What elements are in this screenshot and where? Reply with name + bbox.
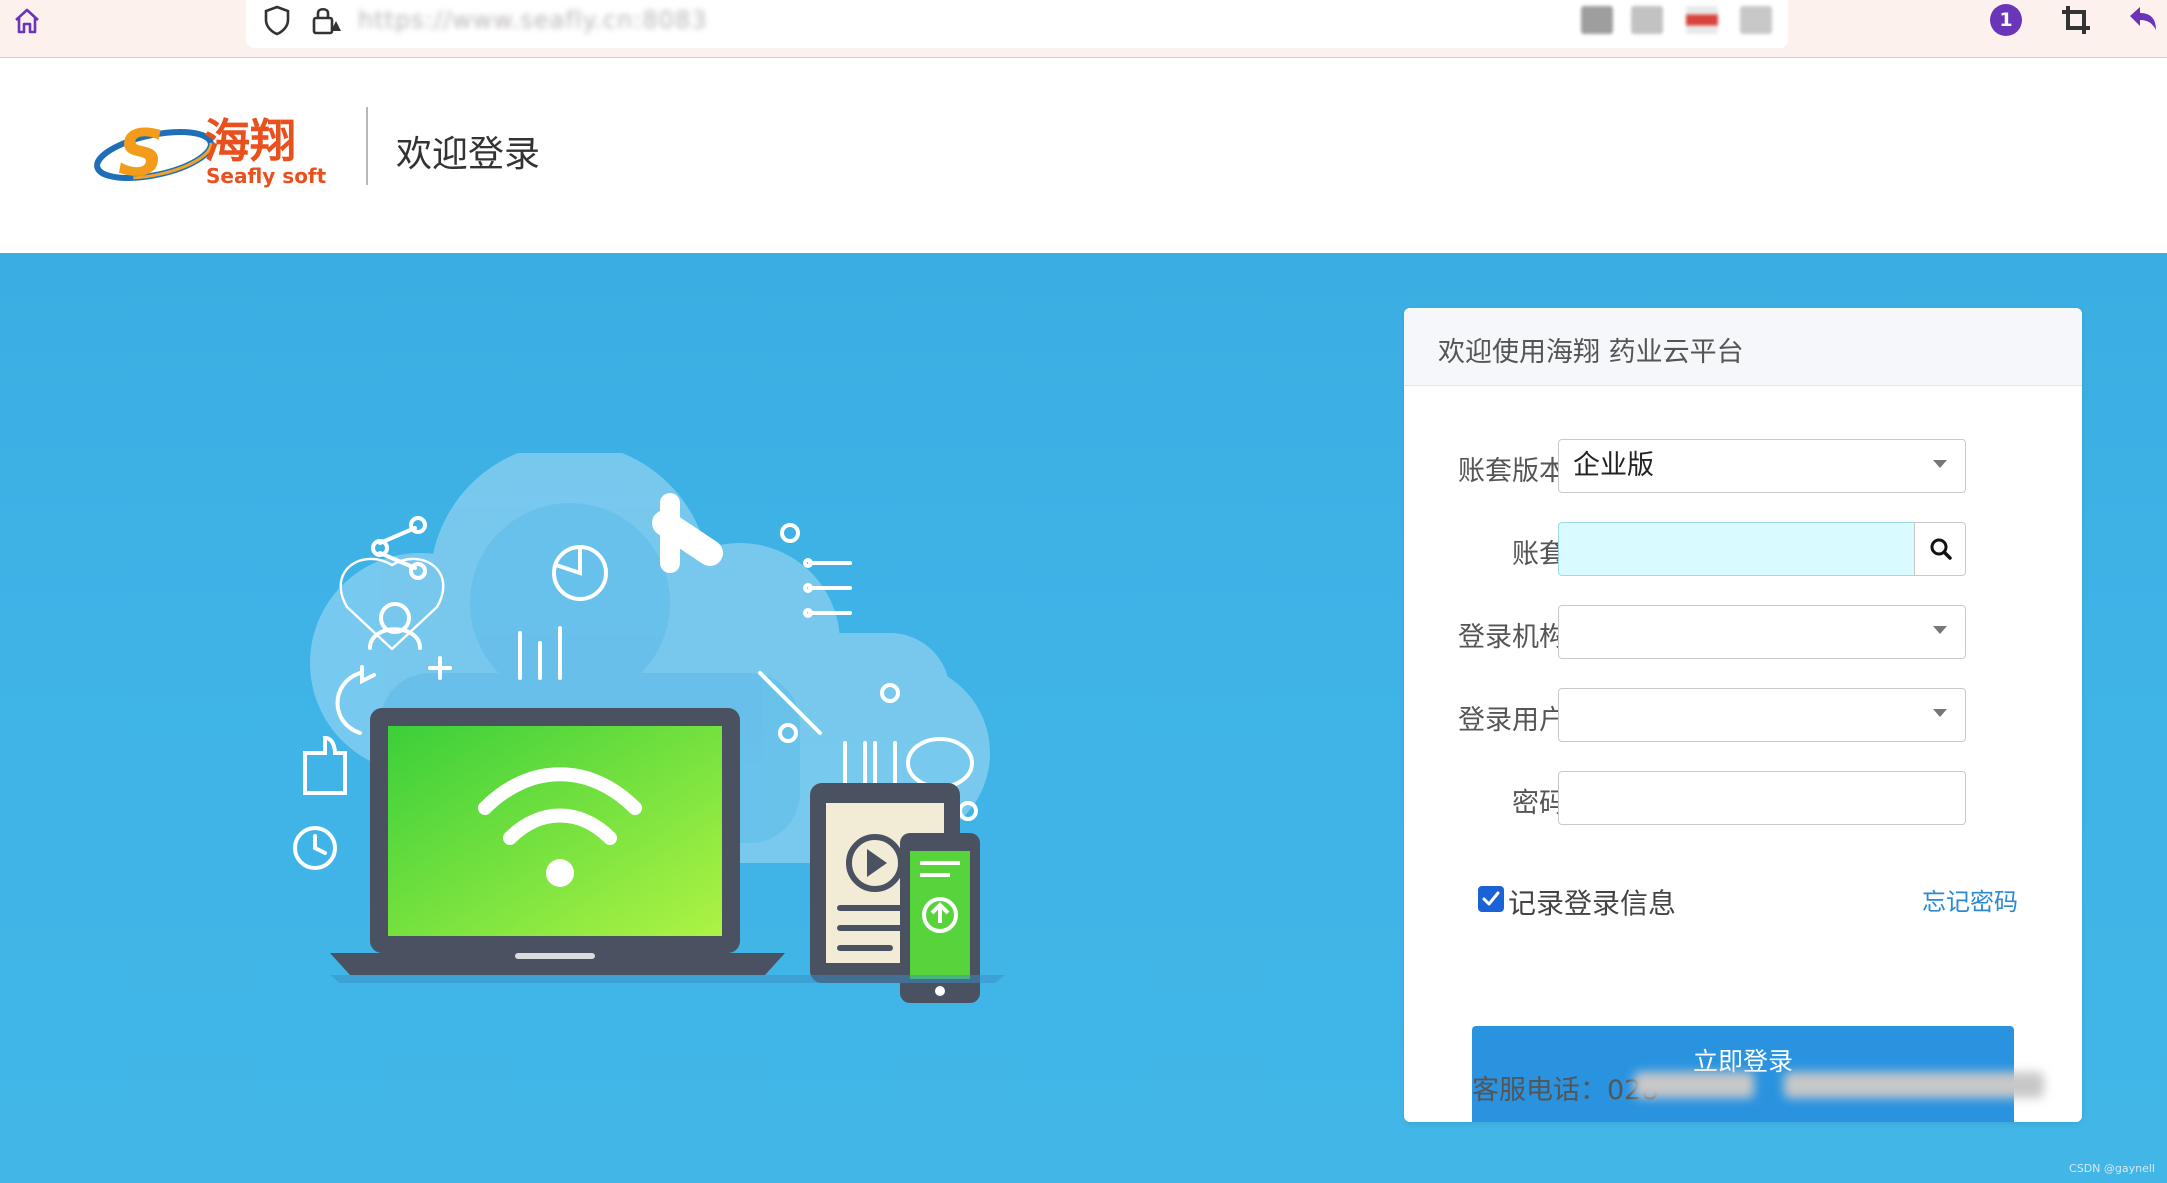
service-phone-redacted-2 xyxy=(1784,1072,2044,1098)
account-input[interactable] xyxy=(1558,522,1914,576)
account-row: 账套 xyxy=(1404,522,2082,576)
crop-icon[interactable] xyxy=(2060,4,2092,36)
account-search-button[interactable] xyxy=(1914,522,1966,576)
password-input[interactable] xyxy=(1558,771,1966,825)
org-select[interactable] xyxy=(1558,605,1966,659)
cloud-devices-illustration xyxy=(293,453,1005,1003)
page-header: S 海翔 Seafly soft 欢迎登录 xyxy=(0,59,2167,253)
password-row: 密码 xyxy=(1404,771,2082,825)
user-select[interactable] xyxy=(1558,688,1966,742)
browser-toolbar: https://www.seafly.cn:8083 1 xyxy=(0,0,2167,58)
home-icon[interactable] xyxy=(12,6,42,36)
remember-label[interactable]: 记录登录信息 xyxy=(1508,882,1676,922)
checkmark-icon xyxy=(1482,891,1500,906)
svg-text:S: S xyxy=(118,117,164,191)
back-arrow-icon[interactable] xyxy=(2126,4,2160,36)
edition-select[interactable]: 企业版 xyxy=(1558,439,1966,493)
address-bar[interactable]: https://www.seafly.cn:8083 xyxy=(246,0,1788,48)
thumb-icon xyxy=(303,735,347,795)
lock-icon[interactable] xyxy=(310,4,344,36)
login-card-header: 欢迎使用海翔 药业云平台 xyxy=(1404,308,2082,386)
login-card: 欢迎使用海翔 药业云平台 账套版本 企业版 账套 登录机构 登录用户 密码 记录… xyxy=(1404,308,2082,1122)
page-title: 欢迎登录 xyxy=(396,134,541,175)
logo-cn-text: 海翔 xyxy=(204,114,296,168)
service-phone-redacted-1 xyxy=(1634,1072,1754,1098)
url-text[interactable]: https://www.seafly.cn:8083 xyxy=(358,6,707,34)
extension-icon-1[interactable] xyxy=(1581,6,1613,34)
forgot-password-link[interactable]: 忘记密码 xyxy=(1922,882,2018,917)
service-phone: 客服电话：028 xyxy=(1472,1075,1659,1106)
login-card-title: 欢迎使用海翔 药业云平台 xyxy=(1438,337,1744,368)
extension-badge[interactable]: 1 xyxy=(1990,4,2022,36)
seafly-logo: S 海翔 Seafly soft xyxy=(94,114,327,191)
edition-label: 账套版本 xyxy=(1458,456,1566,487)
csdn-watermark: CSDN @gaynell xyxy=(2069,1162,2155,1175)
user-row: 登录用户 xyxy=(1404,688,2082,742)
extension-icon-3[interactable] xyxy=(1686,6,1718,34)
extension-icon-4[interactable] xyxy=(1740,6,1772,34)
org-row: 登录机构 xyxy=(1404,605,2082,659)
header-divider xyxy=(366,107,368,185)
shield-icon[interactable] xyxy=(262,4,292,36)
search-icon xyxy=(1930,538,1952,560)
extension-icon-2[interactable] xyxy=(1631,6,1663,34)
org-label: 登录机构 xyxy=(1458,622,1566,653)
logo-en-text: Seafly soft xyxy=(206,164,327,188)
remember-checkbox[interactable] xyxy=(1478,886,1504,912)
user-label: 登录用户 xyxy=(1458,705,1566,736)
edition-row: 账套版本 企业版 xyxy=(1404,439,2082,493)
